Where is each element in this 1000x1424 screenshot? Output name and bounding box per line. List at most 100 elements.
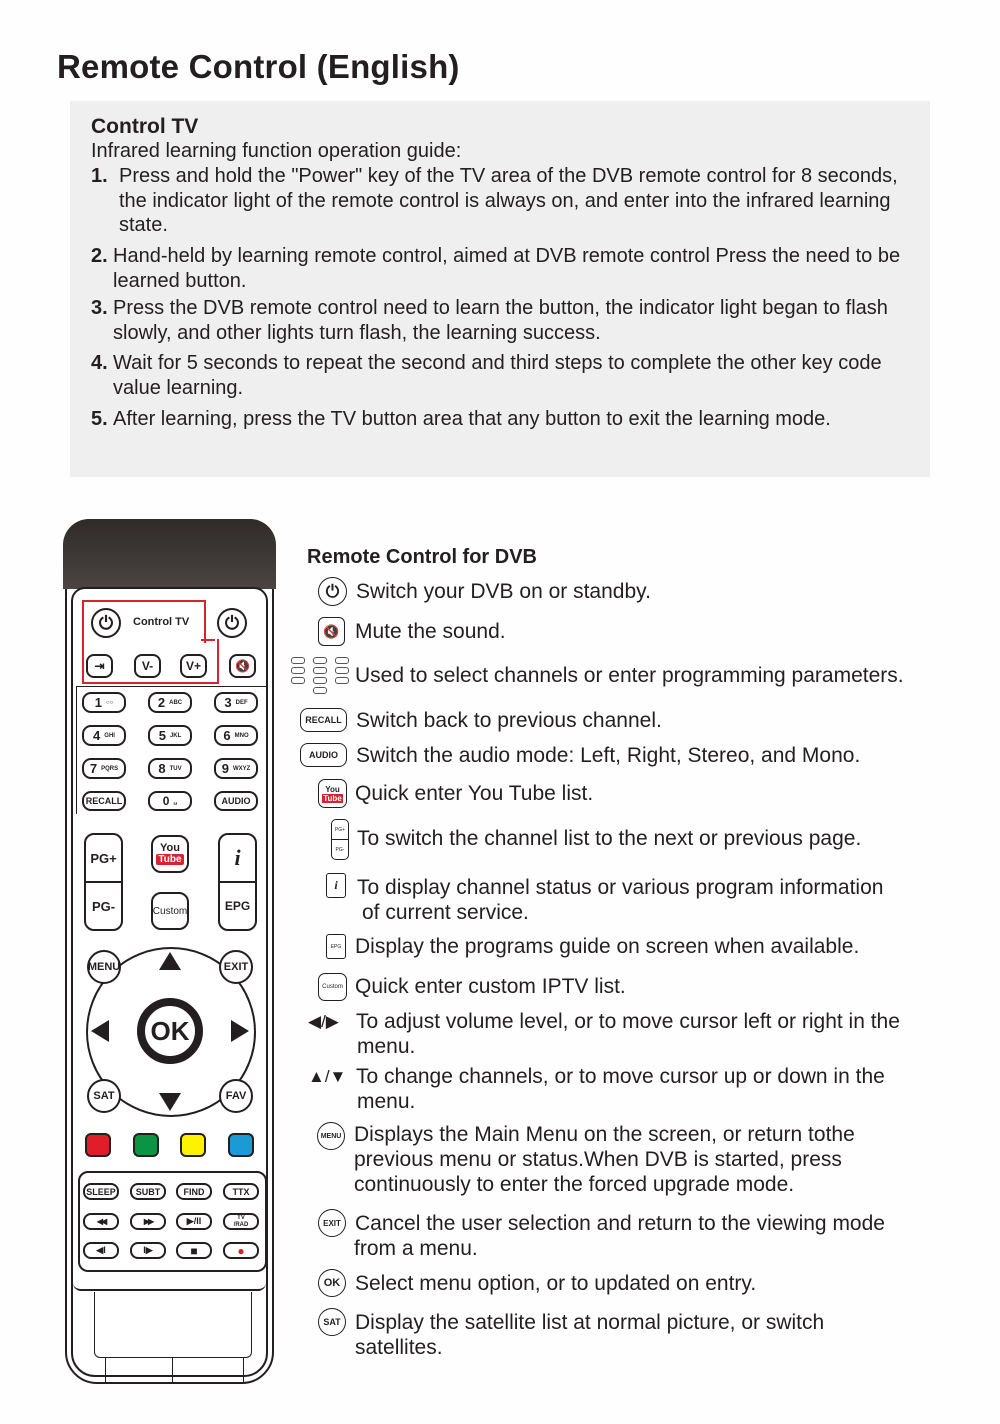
left-right-arrows-icon: ◀/▶ (308, 1012, 339, 1031)
power-icon: ⏻ (224, 612, 240, 633)
digit-9-button[interactable]: 9 WXYZ (214, 758, 258, 779)
up-arrow-button[interactable] (159, 952, 181, 970)
stop-button[interactable]: ■ (176, 1242, 212, 1259)
record-button[interactable]: ● (223, 1242, 259, 1259)
teletext-button[interactable]: TTX (223, 1183, 259, 1200)
dvb-item-custom: Quick enter custom IPTV list. (355, 975, 626, 998)
digit-4-button[interactable]: 4 GHI (82, 725, 126, 746)
next-button[interactable]: I▶ (130, 1242, 166, 1259)
digit-3-button[interactable]: 3 DEF (214, 692, 258, 713)
page-up-button[interactable]: PG+ (84, 833, 123, 883)
left-arrow-button[interactable] (91, 1020, 109, 1042)
previous-button[interactable]: ◀I (83, 1242, 119, 1259)
exit-icon: EXIT (318, 1209, 346, 1237)
sat-button[interactable]: SAT (87, 1079, 121, 1113)
audio-button[interactable]: AUDIO (214, 791, 258, 811)
tv-input-button[interactable]: ⇥ (86, 654, 113, 678)
custom-button[interactable]: Custom (151, 892, 189, 930)
digit-2-button[interactable]: 2 ABC (148, 692, 192, 713)
custom-icon: Custom (318, 973, 347, 1001)
remote-top-cap (63, 519, 276, 589)
info-button[interactable]: i (218, 833, 257, 883)
dvb-item-menu: Displays the Main Menu on the screen, or… (354, 1123, 855, 1146)
ok-button[interactable]: OK (137, 998, 203, 1064)
digit-letters: GHI (104, 732, 115, 739)
rad-label: /RAD (233, 1221, 249, 1228)
menu-button[interactable]: MENU (87, 950, 121, 984)
digit-letters: MNO (234, 732, 249, 739)
find-button[interactable]: FIND (176, 1183, 212, 1200)
power-icon: ⏻ (318, 577, 347, 606)
dvb-item-exit: Cancel the user selection and return to … (355, 1212, 885, 1235)
digit-7-button[interactable]: 7 PQRS (82, 758, 126, 779)
play-pause-button[interactable]: ▶/II (176, 1213, 212, 1230)
digit-letters: ␣ (173, 798, 178, 805)
yellow-button[interactable] (180, 1133, 206, 1157)
youtube-button[interactable]: You Tube (151, 835, 189, 873)
dvb-power-button[interactable]: ⏻ (217, 608, 247, 638)
epg-button[interactable]: EPG (218, 881, 257, 931)
digit-label: 0 (162, 794, 170, 808)
guide-subheading: Infrared learning function operation gui… (91, 140, 462, 162)
youtube-you-label: You (325, 784, 340, 794)
pg-minus-icon: PG- (331, 839, 349, 860)
dvb-item-menu-cont: previous menu or status.When DVB is star… (354, 1148, 842, 1171)
tv-label: TV (237, 1214, 245, 1221)
dvb-item-epg: Display the programs guide on screen whe… (355, 935, 860, 958)
power-icon: ⏻ (98, 612, 114, 633)
rewind-button[interactable]: ◀◀ (83, 1213, 119, 1230)
step-number: 5. (91, 408, 108, 430)
dvb-item-mute: Mute the sound. (355, 620, 506, 643)
down-arrow-button[interactable] (159, 1093, 181, 1111)
green-button[interactable] (133, 1133, 159, 1157)
blue-button[interactable] (228, 1133, 254, 1157)
dvb-item-sat-cont: satellites. (355, 1336, 443, 1359)
digit-1-button[interactable]: 1 ○○ (82, 692, 126, 713)
seam-line (243, 1357, 244, 1383)
dvb-section-title: Remote Control for DVB (307, 546, 537, 568)
tv-volume-up-button[interactable]: V+ (180, 654, 207, 678)
digit-6-button[interactable]: 6 MNO (214, 725, 258, 746)
numeric-keys-icon (291, 657, 351, 697)
recall-icon: RECALL (300, 708, 347, 732)
dvb-item-recall: Switch back to previous channel. (356, 709, 662, 732)
subtitle-button[interactable]: SUBT (130, 1183, 166, 1200)
step-text: Wait for 5 seconds to repeat the second … (113, 352, 882, 399)
dvb-item-audio: Switch the audio mode: Left, Right, Ster… (356, 744, 861, 767)
dvb-item-digits: Used to select channels or enter program… (355, 664, 904, 687)
digit-8-button[interactable]: 8 TUV (148, 758, 192, 779)
seam-line (172, 1357, 173, 1383)
dvb-item-sat: Display the satellite list at normal pic… (355, 1311, 825, 1334)
pg-plus-icon: PG+ (331, 819, 349, 840)
tv-power-button[interactable]: ⏻ (91, 608, 121, 638)
youtube-icon: You Tube (318, 779, 347, 808)
youtube-tube-label: Tube (156, 854, 184, 865)
audio-icon: AUDIO (300, 743, 347, 767)
page-down-button[interactable]: PG- (84, 881, 123, 931)
sleep-button[interactable]: SLEEP (83, 1183, 119, 1200)
digit-letters: TUV (169, 765, 182, 772)
dvb-item-exit-cont: from a menu. (354, 1237, 478, 1260)
mute-button[interactable]: 🔇 (229, 654, 256, 678)
fav-button[interactable]: FAV (219, 1079, 253, 1113)
red-button[interactable] (85, 1133, 111, 1157)
page-keys-icon: PG+ PG- (331, 819, 349, 861)
battery-cover (94, 1292, 252, 1358)
page-title: Remote Control (English) (57, 48, 460, 85)
dvb-item-up-down-cont: menu. (357, 1090, 416, 1113)
digit-0-button[interactable]: 0 ␣ (148, 791, 192, 811)
fast-forward-button[interactable]: ▶▶ (130, 1213, 166, 1230)
mini-digit-key (291, 677, 305, 684)
exit-button[interactable]: EXIT (219, 950, 253, 984)
tv-radio-button[interactable]: TV /RAD (223, 1213, 259, 1230)
step-text: Press the DVB remote control need to lea… (113, 297, 888, 344)
digit-5-button[interactable]: 5 JKL (148, 725, 192, 746)
dvb-item-left-right-cont: menu. (357, 1035, 416, 1058)
guide-heading: Control TV (91, 115, 199, 138)
right-arrow-button[interactable] (231, 1020, 249, 1042)
digit-label: 2 (157, 695, 166, 710)
tv-volume-down-button[interactable]: V- (134, 654, 161, 678)
recall-button[interactable]: RECALL (82, 791, 126, 811)
mute-icon: 🔇 (235, 659, 250, 673)
guide-step: 2. Hand-held by learning remote control,… (91, 244, 921, 293)
